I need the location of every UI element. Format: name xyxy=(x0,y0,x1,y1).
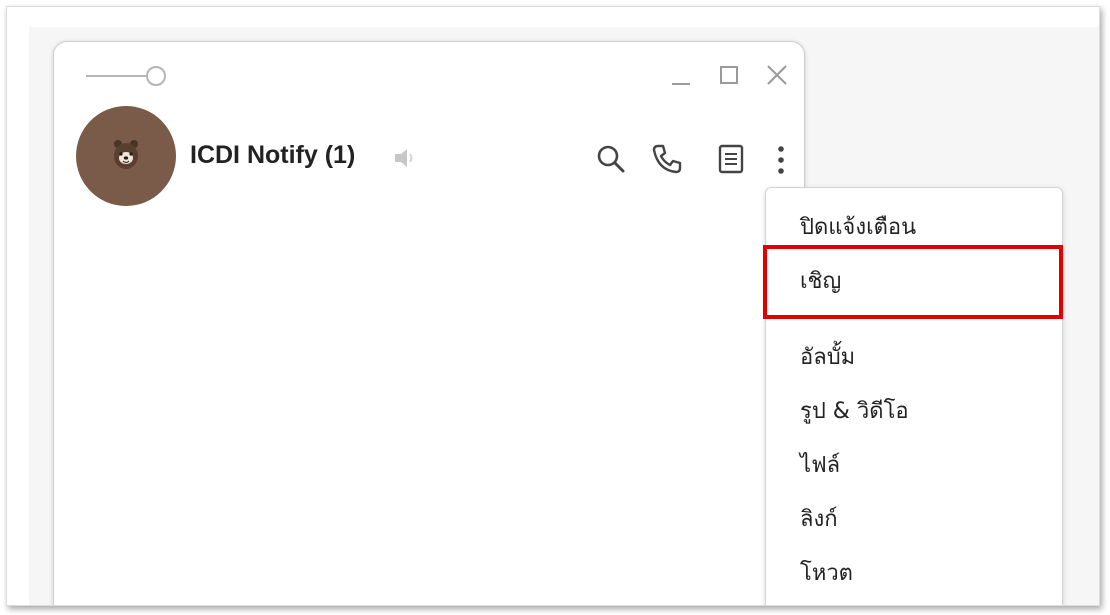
menu-item-files[interactable]: ไฟล์ xyxy=(800,452,840,480)
search-icon[interactable] xyxy=(594,142,628,180)
brown-bear-icon xyxy=(114,140,138,169)
chat-title: ICDI Notify (1) xyxy=(190,141,356,169)
menu-item-albums[interactable]: อัลบั้ม xyxy=(800,344,855,372)
desktop-strip xyxy=(7,7,1099,27)
pin-slider-icon[interactable] xyxy=(84,66,168,90)
menu-item-polls[interactable]: โหวต xyxy=(800,560,853,588)
screenshot-frame: ICDI Notify (1) ปิดแจ้งเตือน เชิญ อัลบั้… xyxy=(6,6,1100,606)
speaker-muted-icon xyxy=(392,146,418,174)
desktop-strip-left xyxy=(7,7,29,605)
chat-window: ICDI Notify (1) xyxy=(53,41,805,605)
menu-item-links[interactable]: ลิงก์ xyxy=(800,506,838,534)
avatar[interactable] xyxy=(76,106,176,206)
notes-icon[interactable] xyxy=(714,142,748,180)
close-icon[interactable] xyxy=(762,60,792,90)
maximize-icon[interactable] xyxy=(714,60,744,90)
menu-item-photos-videos[interactable]: รูป & วิดีโอ xyxy=(800,398,909,426)
highlight-annotation xyxy=(763,245,1063,319)
menu-item-mute-notifications[interactable]: ปิดแจ้งเตือน xyxy=(800,214,916,242)
minimize-icon[interactable] xyxy=(666,60,696,90)
phone-icon[interactable] xyxy=(650,142,684,180)
more-icon[interactable] xyxy=(766,142,796,182)
